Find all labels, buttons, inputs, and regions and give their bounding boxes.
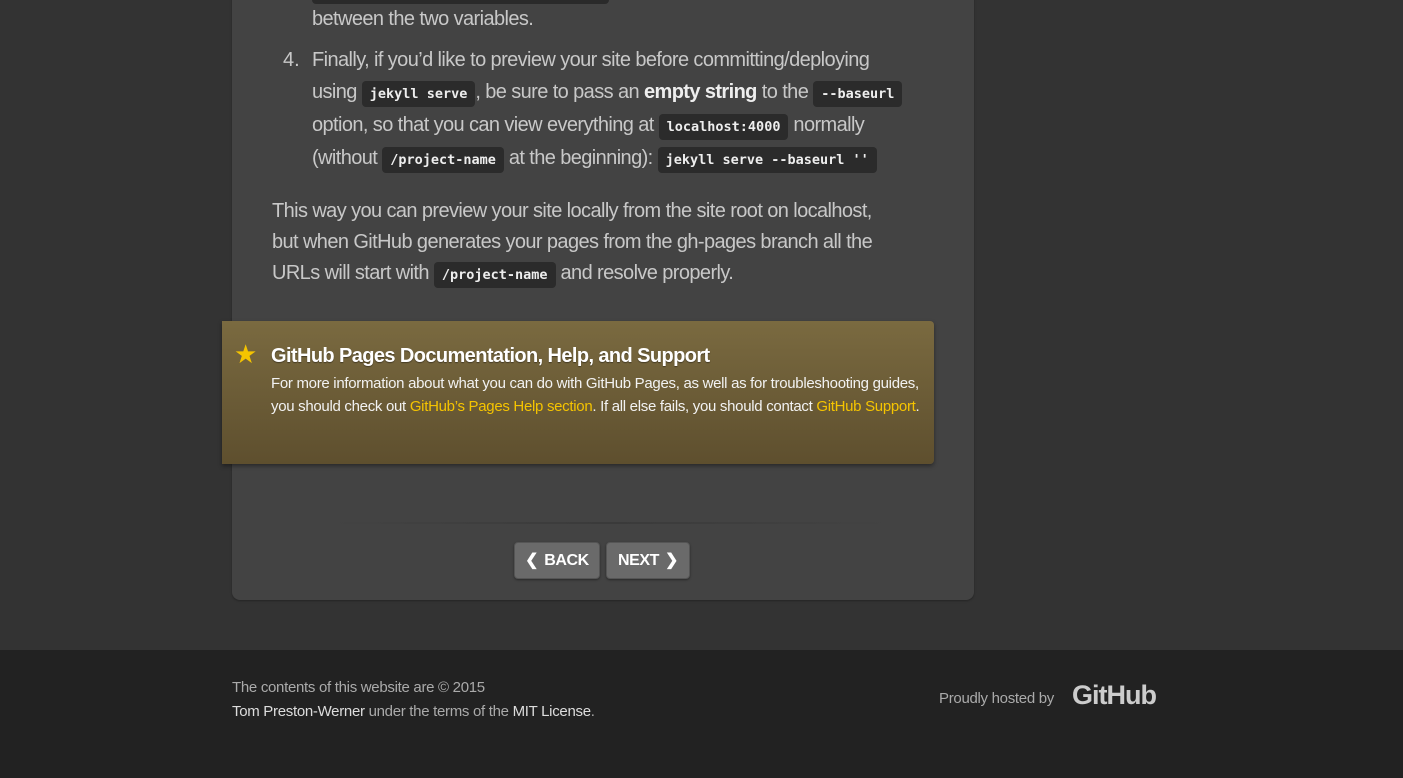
text: , be sure to pass an [475,81,640,103]
next-button[interactable]: NEXT ❯ [606,542,690,579]
list-number: 4. [283,49,300,71]
next-label: NEXT [617,552,660,569]
list-item-line: Finally, if you’d like to preview your s… [312,49,870,71]
paragraph-line: but when GitHub generates your pages fro… [272,231,873,253]
star-icon: ★ [234,339,258,369]
bold-text: empty string [643,81,757,103]
text: normally [793,114,865,136]
text: . [915,398,920,415]
text: under the terms of the [368,703,509,720]
callout-title: GitHub Pages Documentation, Help, and Su… [271,345,710,367]
divider [330,522,890,524]
github-support-link[interactable]: GitHub Support [816,398,916,415]
footer-copyright: The contents of this website are © 2015 T… [232,676,595,724]
inline-code: jekyll serve [361,81,476,107]
text-line: between the two variables. [312,8,534,30]
license-link[interactable]: MIT License [513,703,591,720]
inline-code: /project-name [382,147,504,173]
text: to the [761,81,809,103]
text: option, so that you can view everything … [312,114,654,136]
footer: The contents of this website are © 2015 T… [0,650,1403,778]
text: (without [312,147,378,169]
callout-body: For more information about what you can … [271,372,921,418]
paragraph-line: URLs will start with /project-name and r… [272,262,734,288]
chevron-left-icon: ❮ [525,552,539,569]
inline-code: jekyll serve --baseurl '' [657,147,877,173]
author-link[interactable]: Tom Preston-Werner [232,703,365,720]
help-callout: ★ GitHub Pages Documentation, Help, and … [222,321,934,464]
list-item-line: option, so that you can view everything … [312,114,865,140]
text: URLs will start with [272,262,430,284]
text: . [590,703,595,720]
back-button[interactable]: ❮ BACK [514,542,600,579]
text: . If all else fails, you should contact [592,398,813,415]
inline-code: /project-name [433,262,556,288]
paragraph-line: This way you can preview your site local… [272,200,872,222]
github-logo[interactable]: GitHub [1072,680,1157,711]
pages-help-link[interactable]: GitHub’s Pages Help section [410,398,593,415]
chevron-right-icon: ❯ [665,552,679,569]
inline-code: localhost:4000 [658,114,789,140]
text: at the beginning): [508,147,653,169]
text: The contents of this website are © 2015 [232,679,485,696]
hosted-by-text: Proudly hosted by [939,690,1054,707]
text: using [312,81,357,103]
back-label: BACK [544,552,589,569]
list-item-line: using jekyll serve, be sure to pass an e… [312,81,903,107]
code-block-fragment [312,0,609,4]
text: and resolve properly. [560,262,734,284]
inline-code: --baseurl [813,81,903,107]
list-item-line: (without /project-name at the beginning)… [312,147,877,173]
